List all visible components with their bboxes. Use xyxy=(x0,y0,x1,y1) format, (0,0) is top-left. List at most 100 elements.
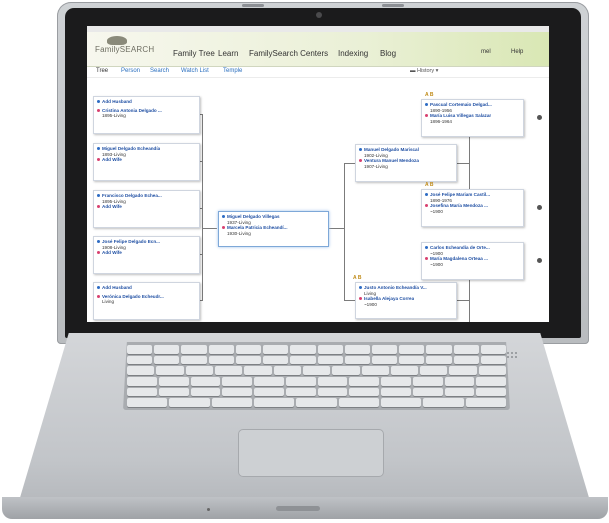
keyboard-key[interactable] xyxy=(254,387,284,397)
person-name[interactable]: Miguel Delgado Villegas xyxy=(227,214,280,220)
tab-tree[interactable]: Tree xyxy=(96,68,108,74)
keyboard-key[interactable] xyxy=(127,366,155,376)
keyboard-key[interactable] xyxy=(127,387,157,397)
keyboard-key[interactable] xyxy=(476,377,506,386)
keyboard-key[interactable] xyxy=(190,387,221,397)
keyboard-key[interactable] xyxy=(426,355,452,365)
person-card[interactable]: José Felipe Delgado Ecn... 1908-Living A… xyxy=(93,236,200,274)
nav-indexing[interactable]: Indexing xyxy=(338,49,368,58)
keyboard-key[interactable] xyxy=(449,366,477,376)
keyboard-key[interactable] xyxy=(222,387,252,397)
record-hint-flag[interactable]: A B xyxy=(425,92,433,98)
trackpad[interactable] xyxy=(238,429,384,477)
keyboard-key[interactable] xyxy=(426,345,452,354)
person-name[interactable]: Pascual Cortemaio Delgad... xyxy=(430,102,492,108)
keyboard-key[interactable] xyxy=(361,366,389,376)
nav-family-tree[interactable]: Family Tree xyxy=(173,49,215,58)
spouse-name[interactable]: Ventura Manuel Mendoza xyxy=(364,158,419,164)
person-name[interactable]: José Felipe Mariam Castil... xyxy=(430,192,490,198)
keyboard-key[interactable] xyxy=(399,345,425,354)
tab-search[interactable]: Search xyxy=(150,68,169,74)
person-name[interactable]: Miguel Delgado Echeandía xyxy=(102,146,160,152)
keyboard-key[interactable] xyxy=(381,387,411,397)
person-name[interactable]: Francisco Delgado Echea... xyxy=(102,193,162,199)
person-card[interactable]: Add Husband Verónica Delgado Echeudr... … xyxy=(93,282,200,320)
keyboard-key[interactable] xyxy=(399,355,425,365)
keyboard-key[interactable] xyxy=(465,398,506,408)
keyboard-key[interactable] xyxy=(235,345,262,354)
keyboard-key[interactable] xyxy=(285,387,316,397)
keyboard-key[interactable] xyxy=(444,377,475,386)
root-person-card[interactable]: Miguel Delgado Villegas 1937-Living Marc… xyxy=(218,211,329,247)
spouse-name[interactable]: Josefina María Mendoza ... xyxy=(430,203,488,209)
tab-watch-list[interactable]: Watch List xyxy=(181,68,209,74)
record-hint-flag[interactable]: A B xyxy=(425,182,433,188)
keyboard-key[interactable] xyxy=(478,366,507,376)
keyboard-key[interactable] xyxy=(338,398,379,408)
nav-help[interactable]: Help xyxy=(511,49,523,55)
keyboard-key[interactable] xyxy=(158,377,189,386)
keyboard-key[interactable] xyxy=(127,398,168,408)
keyboard-key[interactable] xyxy=(273,366,301,376)
spouse-name[interactable]: Isabella Alejaya Correa xyxy=(364,296,414,302)
keyboard-key[interactable] xyxy=(285,377,316,386)
keyboard-key[interactable] xyxy=(317,387,348,397)
keyboard-key[interactable] xyxy=(127,355,153,365)
record-hint-flag[interactable]: A B xyxy=(353,275,361,281)
keyboard-key[interactable] xyxy=(344,355,370,365)
keyboard-key[interactable] xyxy=(380,398,422,408)
keyboard-key[interactable] xyxy=(480,355,507,365)
keyboard-key[interactable] xyxy=(317,355,343,365)
keyboard-key[interactable] xyxy=(412,377,443,386)
keyboard-key[interactable] xyxy=(390,366,419,376)
keyboard-key[interactable] xyxy=(349,387,379,397)
keyboard-key[interactable] xyxy=(244,366,272,376)
keyboard[interactable] xyxy=(123,342,510,410)
keyboard-key[interactable] xyxy=(154,345,180,354)
site-logo[interactable]: FamilySEARCH xyxy=(95,45,154,54)
keyboard-key[interactable] xyxy=(263,345,289,354)
person-card[interactable]: Francisco Delgado Echea... 1895-Living A… xyxy=(93,190,200,228)
person-card[interactable]: Carlos Echeandía de Orte... ~1900 María … xyxy=(421,242,524,280)
keyboard-key[interactable] xyxy=(127,377,157,386)
person-name[interactable]: Add Husband xyxy=(102,285,132,291)
keyboard-key[interactable] xyxy=(181,345,207,354)
person-name[interactable]: Manuel Delgado Mariscal xyxy=(364,147,419,153)
keyboard-key[interactable] xyxy=(344,345,370,354)
nav-familysearch-centers[interactable]: FamilySearch Centers xyxy=(249,49,328,58)
keyboard-key[interactable] xyxy=(371,345,398,354)
tab-person[interactable]: Person xyxy=(121,68,140,74)
keyboard-key[interactable] xyxy=(420,366,448,376)
expand-ancestors-icon[interactable] xyxy=(537,205,542,210)
person-name[interactable]: Carlos Echeandía de Orte... xyxy=(430,245,490,251)
nav-learn[interactable]: Learn xyxy=(218,49,238,58)
expand-ancestors-icon[interactable] xyxy=(537,258,542,263)
keyboard-key[interactable] xyxy=(235,355,262,365)
keyboard-key[interactable] xyxy=(254,377,284,386)
keyboard-key[interactable] xyxy=(263,355,289,365)
spouse-name[interactable]: Add Wife xyxy=(102,250,122,256)
person-card[interactable]: José Felipe Mariam Castil... 1890-1976 J… xyxy=(421,189,524,227)
keyboard-key[interactable] xyxy=(453,345,479,354)
keyboard-key[interactable] xyxy=(290,345,316,354)
history-menu[interactable]: ▬ History ▾ xyxy=(410,68,438,74)
keyboard-key[interactable] xyxy=(412,387,443,397)
keyboard-key[interactable] xyxy=(169,398,210,408)
keyboard-key[interactable] xyxy=(381,377,411,386)
keyboard-key[interactable] xyxy=(296,398,337,408)
keyboard-key[interactable] xyxy=(127,345,153,354)
keyboard-key[interactable] xyxy=(317,345,343,354)
keyboard-key[interactable] xyxy=(371,355,398,365)
keyboard-key[interactable] xyxy=(453,355,479,365)
person-card[interactable]: Manuel Delgado Mariscal 1902-Living Vent… xyxy=(355,144,457,182)
spouse-name[interactable]: María Luisa Villegas Salazar xyxy=(430,113,491,119)
person-name[interactable]: José Felipe Delgado Ecn... xyxy=(102,239,160,245)
keyboard-key[interactable] xyxy=(476,387,506,397)
keyboard-key[interactable] xyxy=(222,377,252,386)
keyboard-key[interactable] xyxy=(302,366,331,376)
keyboard-key[interactable] xyxy=(253,398,295,408)
keyboard-key[interactable] xyxy=(185,366,213,376)
keyboard-key[interactable] xyxy=(158,387,189,397)
person-name[interactable]: Add Husband xyxy=(102,99,132,105)
keyboard-key[interactable] xyxy=(190,377,221,386)
